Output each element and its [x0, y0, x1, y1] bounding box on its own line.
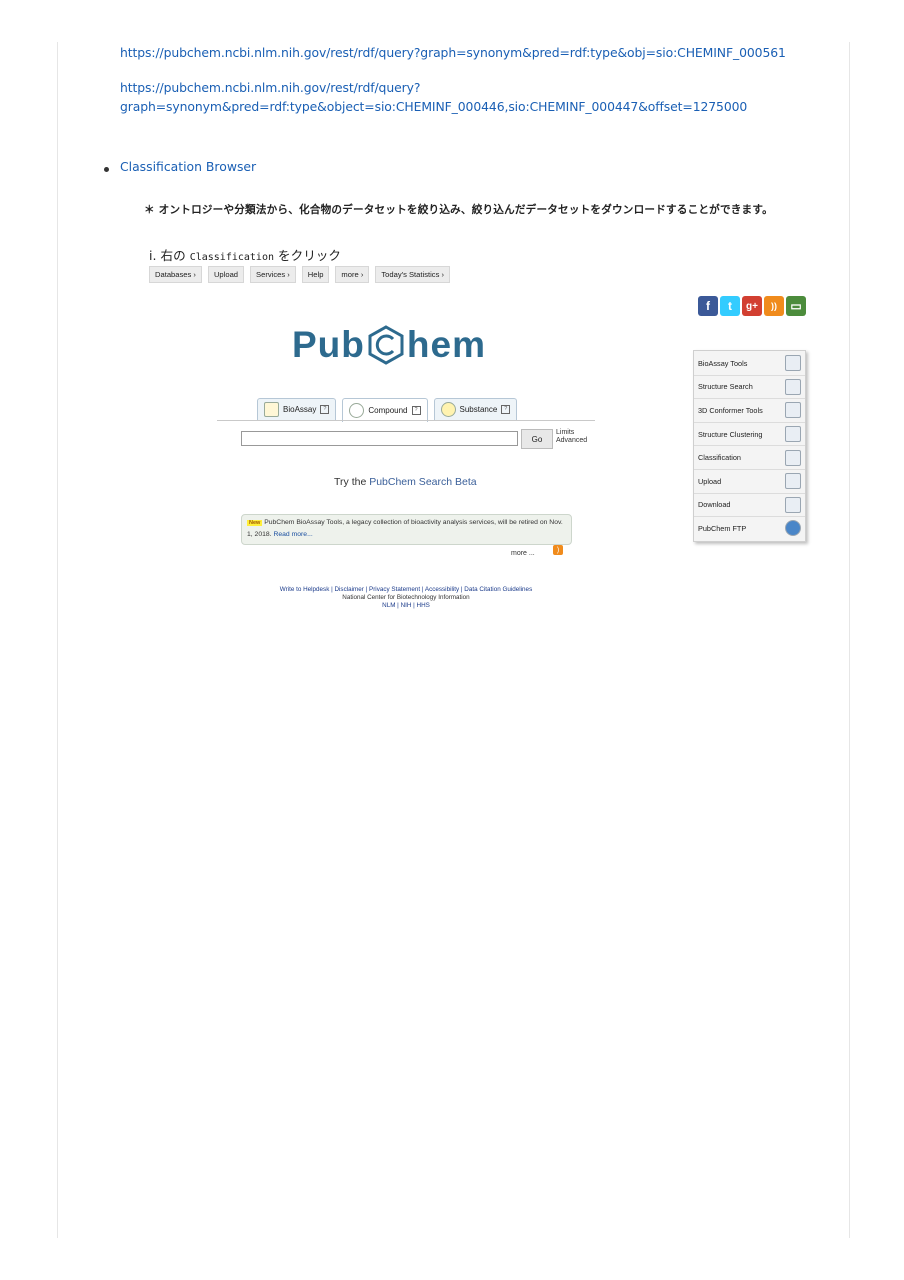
tool-label: Download: [698, 500, 731, 510]
help-icon[interactable]: ?: [411, 406, 421, 415]
nav-upload[interactable]: Upload: [207, 266, 245, 283]
read-more-link[interactable]: Read more...: [273, 531, 312, 538]
tool-structure-clustering[interactable]: Structure Clustering: [694, 423, 805, 447]
nav-services[interactable]: Services ›: [250, 266, 296, 283]
new-badge: New: [247, 520, 263, 526]
description-note: ＊ オントロジーや分類法から、化合物のデータセットを絞り込み、絞り込んだデータセ…: [144, 204, 773, 216]
compound-icon: [349, 403, 365, 418]
rdf-query-link-2-line1[interactable]: https://pubchem.ncbi.nlm.nih.gov/rest/rd…: [120, 80, 420, 95]
tab-substance-label: Substance: [459, 405, 498, 414]
beta-prefix: Try the: [334, 476, 370, 488]
tool-label: PubChem FTP: [698, 523, 747, 533]
go-button[interactable]: Go: [521, 429, 553, 449]
conformer-icon: [785, 402, 801, 419]
advanced-link[interactable]: Advanced: [556, 437, 587, 445]
ftp-icon: [785, 520, 801, 537]
tools-panel: BioAssay Tools Structure Search 3D Confo…: [693, 350, 806, 542]
tool-label: 3D Conformer Tools: [698, 405, 763, 415]
search-beta-link[interactable]: PubChem Search Beta: [369, 476, 476, 488]
nav-help[interactable]: Help: [301, 266, 330, 283]
tool-structure-search[interactable]: Structure Search: [694, 376, 805, 400]
footer-agencies[interactable]: NLM | NIH | HHS: [241, 602, 571, 610]
tool-bioassay-tools[interactable]: BioAssay Tools: [694, 352, 805, 376]
substance-icon: [440, 402, 456, 417]
nav-statistics[interactable]: Today's Statistics ›: [375, 266, 451, 283]
clustering-icon: [785, 426, 801, 443]
tool-label: Structure Search: [698, 382, 753, 392]
tool-upload[interactable]: Upload: [694, 470, 805, 494]
rdf-query-link-1[interactable]: https://pubchem.ncbi.nlm.nih.gov/rest/rd…: [120, 45, 786, 60]
hexagon-logo-icon: [368, 325, 404, 365]
rdf-query-link-2[interactable]: https://pubchem.ncbi.nlm.nih.gov/rest/rd…: [120, 78, 820, 116]
tab-bioassay-label: BioAssay: [283, 405, 317, 414]
tool-label: BioAssay Tools: [698, 358, 748, 368]
tab-substance[interactable]: Substance ?: [433, 398, 518, 420]
bullet-dot: [104, 167, 109, 172]
download-icon: [785, 496, 801, 513]
bioassay-icon: [264, 402, 279, 417]
classification-browser-link[interactable]: Classification Browser: [120, 159, 256, 174]
logo-text-right: hem: [406, 324, 486, 365]
tab-bioassay[interactable]: BioAssay ?: [257, 398, 337, 420]
search-options: Limits Advanced: [556, 429, 587, 445]
structure-search-icon: [785, 378, 801, 395]
step-suffix: をクリック: [274, 248, 341, 263]
rdf-query-link-2-line2[interactable]: graph=synonym&pred=rdf:type&object=sio:C…: [120, 99, 747, 114]
tab-divider: [217, 420, 595, 421]
footer-ncbi: National Center for Biotechnology Inform…: [342, 594, 470, 601]
help-icon[interactable]: ?: [320, 405, 330, 414]
tool-download[interactable]: Download: [694, 494, 805, 518]
search-input[interactable]: [241, 431, 518, 446]
pubchem-homepage-screenshot: Databases › Upload Services › Help more …: [145, 262, 815, 622]
feedback-icon[interactable]: ▭: [786, 296, 806, 316]
database-tabs: BioAssay ? Compound ? Substance ?: [257, 398, 518, 422]
nav-more[interactable]: more ›: [335, 266, 370, 283]
rss-icon[interactable]: )): [764, 296, 784, 316]
facebook-icon[interactable]: f: [698, 296, 718, 316]
logo-text-left: Pub: [292, 324, 365, 365]
bioassay-tools-icon: [785, 355, 801, 372]
rss-icon[interactable]: ): [553, 545, 563, 555]
footer: Write to Helpdesk | Disclaimer | Privacy…: [241, 586, 571, 610]
social-icons: f t g+ )) ▭: [698, 296, 806, 316]
footer-links[interactable]: Write to Helpdesk | Disclaimer | Privacy…: [241, 586, 571, 594]
top-nav: Databases › Upload Services › Help more …: [149, 266, 451, 283]
classification-icon: [785, 449, 801, 466]
nav-databases[interactable]: Databases ›: [149, 266, 202, 283]
twitter-icon[interactable]: t: [720, 296, 740, 316]
tool-pubchem-ftp[interactable]: PubChem FTP: [694, 517, 805, 540]
tab-compound[interactable]: Compound ?: [342, 398, 428, 422]
document-frame: [57, 42, 850, 1238]
tool-label: Structure Clustering: [698, 429, 763, 439]
tab-compound-label: Compound: [368, 406, 408, 415]
upload-icon: [785, 473, 801, 490]
limits-link[interactable]: Limits: [556, 429, 587, 437]
search-beta-line: Try the PubChem Search Beta: [334, 476, 477, 488]
tool-label: Upload: [698, 476, 722, 486]
tool-3d-conformer[interactable]: 3D Conformer Tools: [694, 399, 805, 423]
google-plus-icon[interactable]: g+: [742, 296, 762, 316]
tool-classification[interactable]: Classification: [694, 446, 805, 470]
pubchem-logo: Pub hem: [292, 324, 486, 366]
more-news-link[interactable]: more ...: [511, 550, 535, 557]
news-box: New PubChem BioAssay Tools, a legacy col…: [241, 514, 572, 545]
tool-label: Classification: [698, 453, 741, 463]
step-prefix: i. 右の: [149, 248, 190, 263]
help-icon[interactable]: ?: [501, 405, 511, 414]
